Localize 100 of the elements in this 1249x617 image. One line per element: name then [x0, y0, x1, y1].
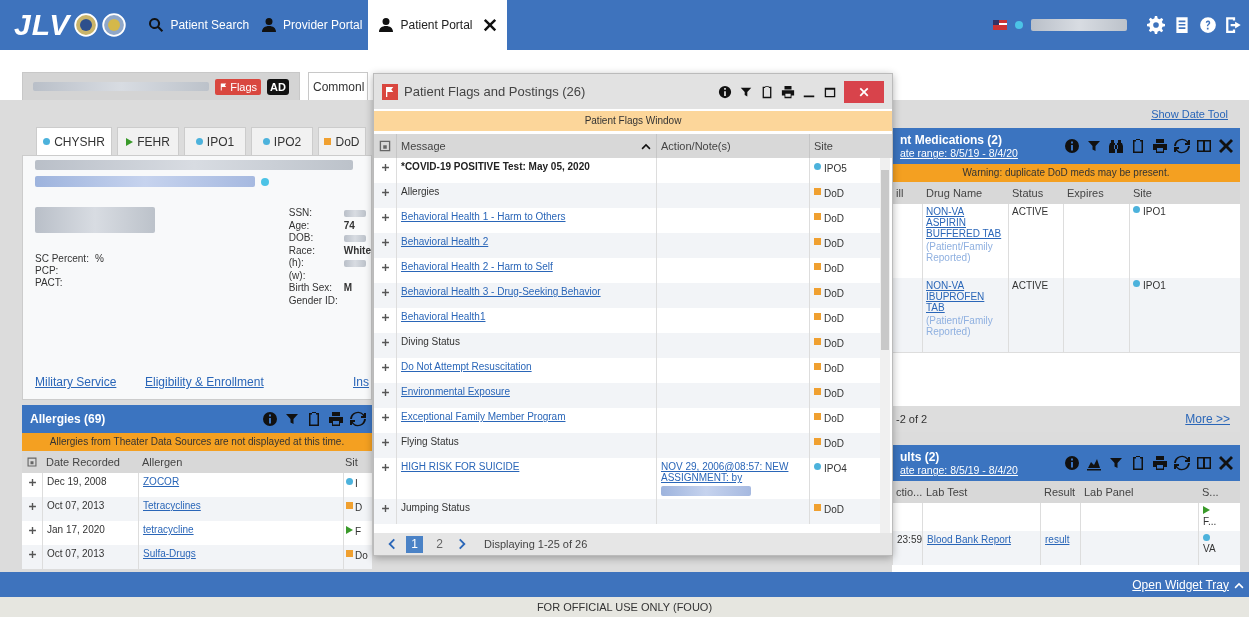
- column-header[interactable]: Expires: [1063, 182, 1129, 204]
- drug-link[interactable]: NON-VA IBUPROFEN TAB: [926, 280, 1005, 313]
- table-settings-icon[interactable]: [26, 455, 38, 469]
- site-tab[interactable]: DoD: [318, 127, 366, 155]
- column-header[interactable]: Lab Panel: [1080, 481, 1198, 503]
- flag-link[interactable]: Behavioral Health1: [401, 311, 486, 322]
- column-header[interactable]: Sit: [343, 451, 372, 473]
- drug-note: (Patient/Family Reported): [926, 315, 994, 337]
- open-widget-tray-link[interactable]: Open Widget Tray: [1132, 577, 1229, 592]
- plus-icon[interactable]: [379, 503, 391, 514]
- plus-icon[interactable]: [379, 262, 391, 273]
- allergen-link[interactable]: ZOCOR: [143, 476, 180, 487]
- columns-icon[interactable]: [1196, 455, 1212, 471]
- column-header[interactable]: Status: [1008, 182, 1063, 204]
- section-link[interactable]: Eligibility & Enrollment: [145, 375, 353, 389]
- plus-icon[interactable]: [379, 287, 391, 298]
- patient-tab[interactable]: Flags AD: [22, 72, 300, 100]
- column-header[interactable]: Site: [1129, 182, 1240, 204]
- plus-icon[interactable]: [26, 525, 38, 536]
- clipboard-icon[interactable]: [306, 411, 322, 427]
- columns-icon[interactable]: [1196, 138, 1212, 154]
- refresh-icon[interactable]: [1174, 455, 1190, 471]
- plus-icon[interactable]: [379, 462, 391, 473]
- page-button[interactable]: 1: [406, 535, 423, 553]
- nav-tab[interactable]: Patient Search: [142, 0, 256, 50]
- site-tab[interactable]: FEHR: [117, 127, 179, 155]
- plus-icon[interactable]: [379, 412, 391, 423]
- allergen-link[interactable]: tetracycline: [143, 524, 194, 535]
- site-label: DoD: [824, 388, 844, 399]
- printer-icon[interactable]: [781, 84, 795, 99]
- refresh-icon[interactable]: [1174, 138, 1190, 154]
- flag-link[interactable]: Exceptional Family Member Program: [401, 411, 566, 422]
- note-link[interactable]: NOV 29, 2006@08:57: NEW ASSIGNMENT: by: [661, 461, 805, 483]
- drug-link[interactable]: NON-VA ASPIRIN BUFFERED TAB: [926, 206, 1005, 239]
- plus-icon[interactable]: [379, 212, 391, 223]
- site-label: DoD: [824, 213, 844, 224]
- close-icon[interactable]: [482, 18, 497, 32]
- plus-icon[interactable]: [379, 362, 391, 373]
- document-icon[interactable]: [1173, 16, 1191, 34]
- column-header[interactable]: ill: [892, 182, 922, 204]
- exit-icon[interactable]: [1225, 16, 1243, 34]
- show-date-tool-link[interactable]: Show Date Tool: [1151, 108, 1228, 120]
- table-settings-icon[interactable]: [378, 139, 392, 153]
- advance-directive-badge[interactable]: AD: [267, 78, 289, 95]
- plus-icon[interactable]: [379, 162, 391, 173]
- nav-tab[interactable]: Patient Portal: [368, 0, 507, 50]
- plus-icon[interactable]: [379, 437, 391, 448]
- plus-icon[interactable]: [26, 501, 38, 512]
- flag-link[interactable]: Do Not Attempt Resuscitation: [401, 361, 532, 372]
- site-tab[interactable]: IPO1: [184, 127, 246, 155]
- column-header[interactable]: Lab Test: [922, 481, 1040, 503]
- flag-link[interactable]: Behavioral Health 1 - Harm to Others: [401, 211, 566, 222]
- column-header[interactable]: Result: [1040, 481, 1080, 503]
- date-range-link[interactable]: ate range: 8/5/19 - 8/4/20: [900, 464, 1018, 476]
- result-link[interactable]: result: [1045, 534, 1070, 545]
- clipboard-icon[interactable]: [1130, 138, 1146, 154]
- flag-link[interactable]: Behavioral Health 2: [401, 236, 489, 247]
- allergen-link[interactable]: Tetracyclines: [143, 500, 201, 511]
- column-header[interactable]: Message: [396, 134, 656, 158]
- flag-link[interactable]: Environmental Exposure: [401, 386, 510, 397]
- column-header[interactable]: Site: [809, 134, 880, 158]
- drug-note: (Patient/Family Reported): [926, 241, 994, 263]
- lab-test-link[interactable]: Blood Bank Report: [927, 534, 1011, 545]
- more-link[interactable]: More >>: [1185, 412, 1230, 426]
- plus-icon[interactable]: [379, 387, 391, 398]
- help-icon[interactable]: [1199, 16, 1217, 34]
- plus-icon[interactable]: [379, 337, 391, 348]
- clipboard-icon[interactable]: [760, 84, 774, 99]
- site-tab[interactable]: IPO2: [251, 127, 313, 155]
- date-range-link[interactable]: ate range: 8/5/19 - 8/4/20: [900, 147, 1018, 159]
- scrollbar[interactable]: [880, 158, 890, 533]
- site-tab[interactable]: CHYSHR: [36, 127, 112, 155]
- header-tab[interactable]: Commonl: [308, 72, 368, 100]
- plus-icon[interactable]: [26, 549, 38, 560]
- flag-message: Flying Status: [401, 436, 459, 447]
- column-header[interactable]: Drug Name: [922, 182, 1008, 204]
- column-header[interactable]: Action/Note(s): [656, 134, 809, 158]
- column-header[interactable]: Date Recorded: [42, 451, 138, 473]
- plus-icon[interactable]: [379, 312, 391, 323]
- gear-icon[interactable]: [1147, 16, 1165, 34]
- flag-link[interactable]: Behavioral Health 3 - Drug-Seeking Behavior: [401, 286, 601, 297]
- refresh-icon[interactable]: [350, 411, 366, 427]
- column-header[interactable]: Allergen: [138, 451, 343, 473]
- column-header[interactable]: ctio...: [892, 481, 922, 503]
- info-icon[interactable]: [718, 84, 732, 99]
- binoculars-icon[interactable]: [1108, 138, 1124, 154]
- close-button[interactable]: [844, 80, 884, 103]
- plus-icon[interactable]: [379, 187, 391, 198]
- clipboard-icon[interactable]: [1130, 455, 1146, 471]
- flag-link[interactable]: HIGH RISK FOR SUICIDE: [401, 461, 520, 472]
- allergen-link[interactable]: Sulfa-Drugs: [143, 548, 196, 559]
- column-header[interactable]: S...: [1198, 481, 1240, 503]
- plus-icon[interactable]: [379, 237, 391, 248]
- section-link[interactable]: Ins: [353, 375, 369, 389]
- plus-icon[interactable]: [26, 477, 38, 488]
- section-link[interactable]: Military Service: [35, 375, 145, 389]
- page-button[interactable]: 2: [431, 535, 448, 553]
- flag-link[interactable]: Behavioral Health 2 - Harm to Self: [401, 261, 553, 272]
- nav-tab[interactable]: Provider Portal: [255, 0, 369, 50]
- flags-button[interactable]: Flags: [215, 78, 262, 95]
